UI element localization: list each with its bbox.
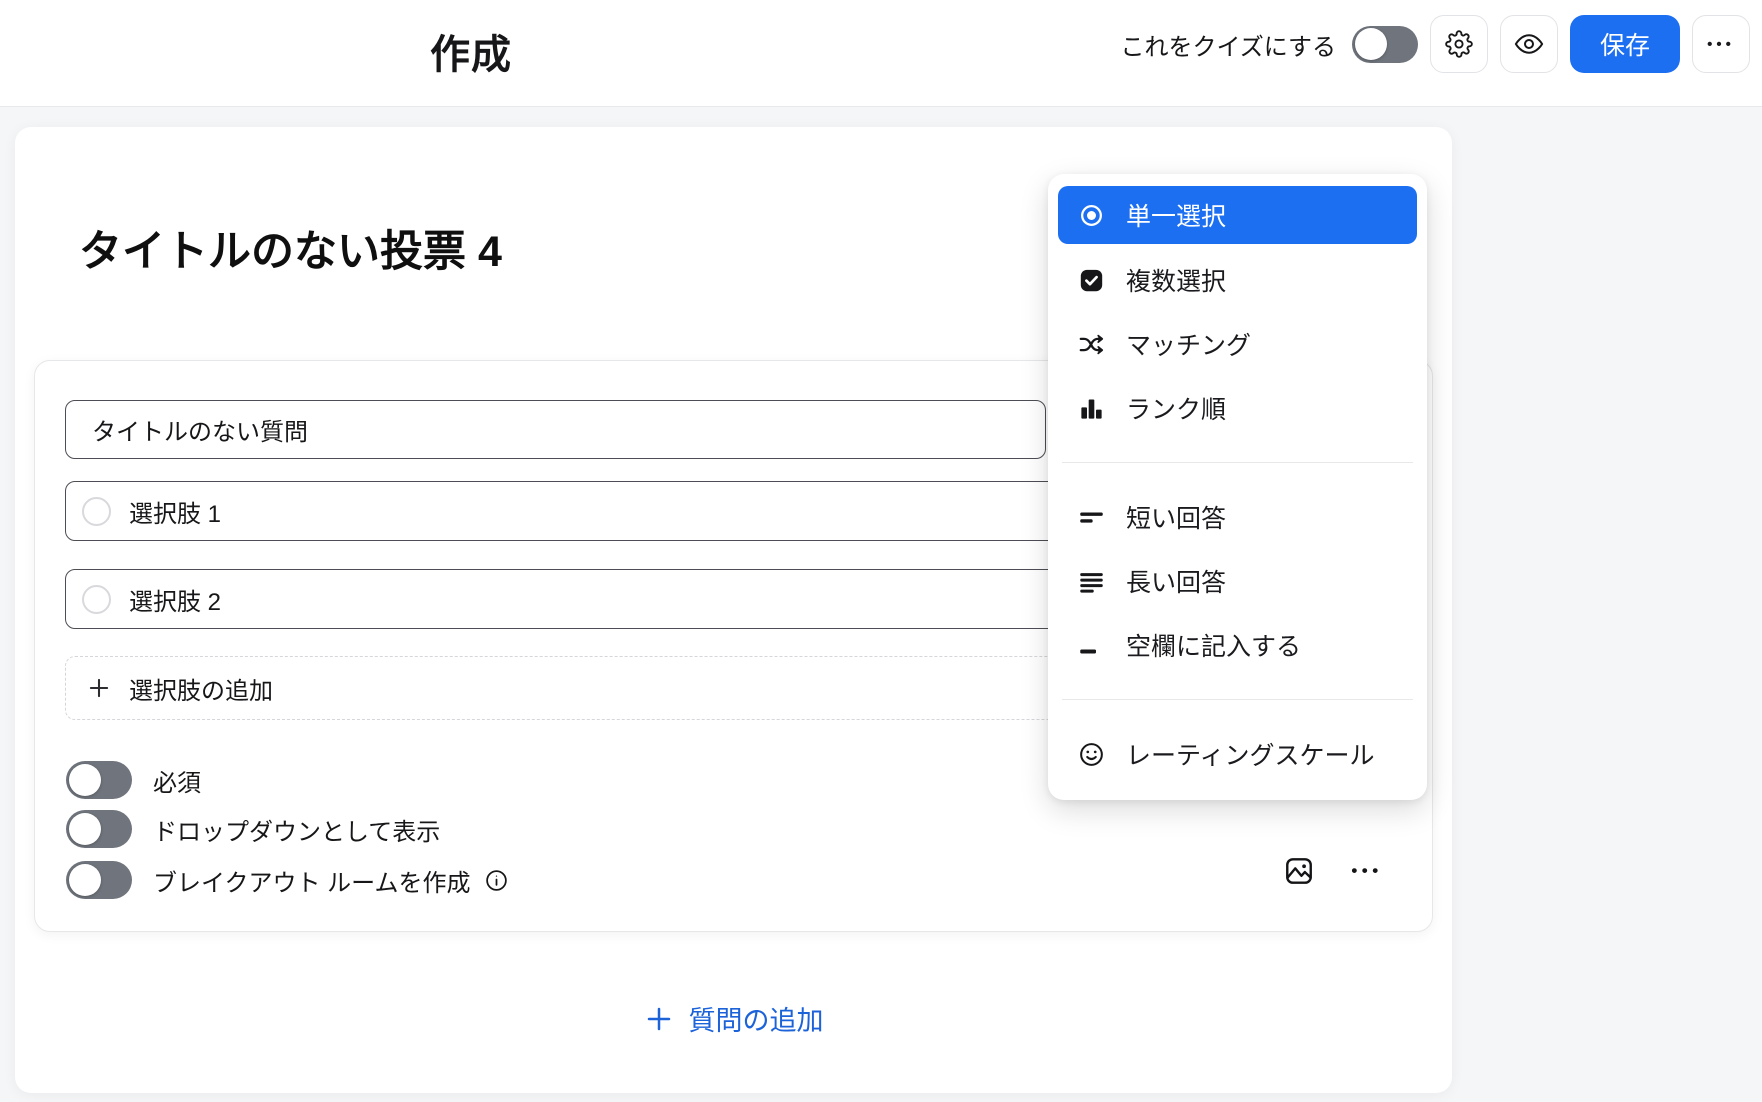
menu-divider bbox=[1062, 462, 1413, 463]
image-icon bbox=[1283, 855, 1315, 887]
smiley-icon bbox=[1078, 741, 1105, 768]
bar-chart-icon bbox=[1078, 395, 1105, 422]
required-label: 必須 bbox=[153, 763, 201, 798]
radio-icon bbox=[82, 585, 111, 614]
menu-item-rank-order[interactable]: ランク順 bbox=[1058, 376, 1417, 440]
short-answer-icon bbox=[1078, 504, 1105, 531]
toggle-knob bbox=[69, 813, 101, 845]
radio-icon bbox=[1078, 202, 1105, 229]
add-question-button[interactable]: 質問の追加 bbox=[15, 999, 1452, 1038]
quiz-toggle-label: これをクイズにする bbox=[1120, 27, 1336, 62]
menu-item-label: 空欄に記入する bbox=[1126, 627, 1301, 663]
header-controls: これをクイズにする 保存 ••• bbox=[1120, 12, 1750, 76]
required-toggle[interactable] bbox=[66, 761, 132, 799]
dropdown-toggle[interactable] bbox=[66, 810, 132, 848]
toggle-knob bbox=[69, 764, 101, 796]
add-image-button[interactable] bbox=[1277, 849, 1321, 893]
menu-item-label: 単一選択 bbox=[1126, 197, 1226, 233]
gear-icon bbox=[1445, 30, 1473, 58]
menu-item-matching[interactable]: マッチング bbox=[1058, 312, 1417, 376]
more-button[interactable]: ••• bbox=[1692, 15, 1750, 73]
ellipsis-icon: ••• bbox=[1351, 861, 1382, 881]
dropdown-toggle-row: ドロップダウンとして表示 bbox=[66, 810, 440, 848]
menu-item-short-answer[interactable]: 短い回答 bbox=[1058, 485, 1417, 549]
breakout-toggle-row: ブレイクアウト ルームを作成 bbox=[66, 861, 509, 899]
preview-button[interactable] bbox=[1500, 15, 1558, 73]
question-title-value: タイトルのない質問 bbox=[92, 412, 308, 447]
menu-item-label: 複数選択 bbox=[1126, 262, 1226, 298]
header: 作成 これをクイズにする 保存 ••• bbox=[0, 0, 1762, 107]
menu-item-label: マッチング bbox=[1126, 326, 1251, 362]
plus-icon bbox=[86, 675, 112, 701]
menu-item-label: レーティングスケール bbox=[1126, 736, 1375, 772]
choice-label: 選択肢 2 bbox=[129, 582, 221, 617]
breakout-toggle[interactable] bbox=[66, 861, 132, 899]
long-answer-icon bbox=[1078, 568, 1105, 595]
settings-button[interactable] bbox=[1430, 15, 1488, 73]
ellipsis-icon: ••• bbox=[1707, 36, 1735, 53]
radio-icon bbox=[82, 497, 111, 526]
dropdown-label: ドロップダウンとして表示 bbox=[153, 812, 440, 847]
question-title-input[interactable]: タイトルのない質問 bbox=[65, 400, 1046, 459]
menu-item-label: 短い回答 bbox=[1126, 499, 1226, 535]
menu-divider bbox=[1062, 699, 1413, 700]
menu-item-label: ランク順 bbox=[1126, 390, 1226, 426]
page-title: 作成 bbox=[430, 22, 512, 80]
add-question-label: 質問の追加 bbox=[689, 999, 824, 1038]
info-icon[interactable] bbox=[484, 868, 509, 893]
question-more-button[interactable]: ••• bbox=[1345, 849, 1389, 893]
eye-icon bbox=[1514, 29, 1544, 59]
required-toggle-row: 必須 bbox=[66, 761, 201, 799]
menu-item-multiple-choice[interactable]: 複数選択 bbox=[1058, 248, 1417, 312]
poll-title[interactable]: タイトルのない投票 4 bbox=[79, 217, 502, 279]
save-button[interactable]: 保存 bbox=[1570, 15, 1680, 73]
shuffle-icon bbox=[1078, 331, 1105, 358]
breakout-label: ブレイクアウト ルームを作成 bbox=[153, 863, 470, 898]
toggle-knob bbox=[69, 864, 101, 896]
fill-blank-icon bbox=[1078, 632, 1105, 659]
menu-item-label: 長い回答 bbox=[1126, 563, 1226, 599]
menu-item-fill-blank[interactable]: 空欄に記入する bbox=[1058, 613, 1417, 677]
menu-item-long-answer[interactable]: 長い回答 bbox=[1058, 549, 1417, 613]
choice-label: 選択肢 1 bbox=[129, 494, 221, 529]
plus-icon bbox=[644, 1004, 674, 1034]
toggle-knob bbox=[1355, 28, 1387, 60]
quiz-toggle[interactable] bbox=[1352, 26, 1418, 63]
menu-item-rating-scale[interactable]: レーティングスケール bbox=[1058, 722, 1417, 786]
question-type-menu: 単一選択 複数選択 マッチング bbox=[1048, 174, 1427, 800]
menu-item-single-choice[interactable]: 単一選択 bbox=[1058, 186, 1417, 244]
add-choice-label: 選択肢の追加 bbox=[129, 671, 273, 706]
checkbox-icon bbox=[1078, 267, 1105, 294]
